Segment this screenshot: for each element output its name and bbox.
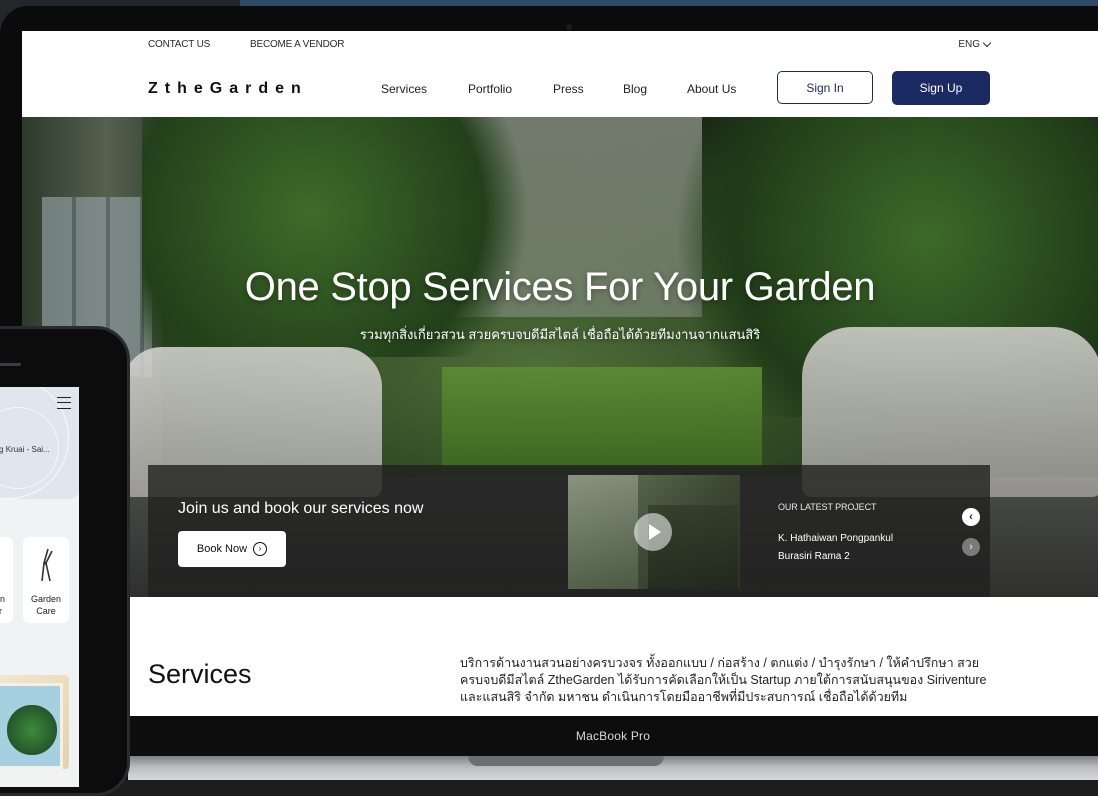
pruning-shears-icon [34, 547, 58, 585]
phone-promo-image[interactable] [0, 675, 69, 769]
garden-decor-label: Garden Decor [0, 594, 6, 616]
latest-project-label: OUR LATEST PROJECT [778, 502, 877, 512]
garden-care-card[interactable]: Garden Care [23, 537, 69, 623]
services-description: บริการด้านงานสวนอย่างครบวงจร ทั้งออกแบบ … [460, 656, 987, 704]
laptop-notch [468, 756, 664, 766]
promo-plant [7, 705, 57, 755]
chevron-down-icon [982, 38, 992, 48]
services-section: Services บริการด้านงานสวนอย่างครบวงจร ทั… [22, 597, 1098, 716]
phone-screen: a 7/62 Bang Kruai - Sai... Garden Decor [0, 387, 79, 787]
latest-project-name: K. Hathaiwan Pongpankul [778, 533, 894, 544]
play-icon[interactable] [634, 513, 672, 551]
language-label: ENG [958, 39, 980, 50]
chevron-left-icon: ‹ [969, 511, 973, 523]
banner-title: Join us and book our services now [178, 500, 424, 517]
phone-header: a 7/62 Bang Kruai - Sai... [0, 387, 79, 499]
laptop-camera [566, 24, 572, 30]
chevron-right-icon: › [969, 541, 973, 553]
hero-title: One Stop Services For Your Garden [244, 265, 876, 309]
hero-section: One Stop Services For Your Garden รวมทุก… [22, 117, 1098, 597]
video-scene-left [568, 475, 638, 589]
nav-item-press[interactable]: Press [553, 82, 584, 96]
garden-decor-card[interactable]: Garden Decor [0, 537, 13, 623]
services-title: Services [148, 659, 252, 689]
booking-banner: Join us and book our services now Book N… [148, 465, 990, 597]
hero-foliage-left [142, 117, 562, 357]
hamburger-menu-icon[interactable] [57, 397, 71, 409]
hero-subtitle: รวมทุกสิ่งเกี่ยวสวน สวยครบจบดีมีสไตล์ เช… [359, 327, 761, 342]
laptop-chin: MacBook Pro [128, 716, 1098, 756]
sign-in-button[interactable]: Sign In [777, 71, 873, 104]
logo[interactable]: ZtheGarden [148, 80, 308, 98]
nav-item-portfolio[interactable]: Portfolio [468, 82, 512, 96]
carousel-prev-button[interactable]: ‹ [962, 508, 980, 526]
arrow-right-circle-icon: › [253, 542, 268, 556]
carousel-next-button[interactable]: › [962, 538, 980, 556]
laptop-screen: CONTACT US BECOME A VENDOR ENG ZtheGarde… [22, 31, 1098, 716]
phone-device: a 7/62 Bang Kruai - Sai... Garden Decor [0, 326, 130, 796]
hero-lawn [442, 367, 762, 467]
latest-project-place: Burasiri Rama 2 [778, 551, 850, 562]
book-now-button[interactable]: Book Now › [178, 531, 286, 567]
phone-speaker [0, 363, 21, 366]
laptop-model-label: MacBook Pro [575, 729, 651, 743]
utility-bar: CONTACT US BECOME A VENDOR ENG [22, 31, 1098, 60]
phone-location-address: 7/62 Bang Kruai - Sai... [0, 445, 50, 454]
nav-item-about-us[interactable]: About Us [687, 82, 736, 96]
become-vendor-link[interactable]: BECOME A VENDOR [250, 39, 344, 50]
book-now-label: Book Now [196, 543, 248, 555]
nav-item-services[interactable]: Services [381, 82, 427, 96]
garden-care-label: Garden Care [30, 594, 62, 616]
language-selector[interactable]: ENG [958, 38, 992, 50]
project-video-thumbnail[interactable] [568, 475, 740, 589]
potted-plant-icon [0, 547, 2, 585]
main-nav: ZtheGarden Services Portfolio Press Blog… [22, 59, 1098, 117]
nav-item-blog[interactable]: Blog [623, 82, 647, 96]
contact-us-link[interactable]: CONTACT US [148, 39, 210, 50]
sign-up-button[interactable]: Sign Up [892, 71, 990, 105]
